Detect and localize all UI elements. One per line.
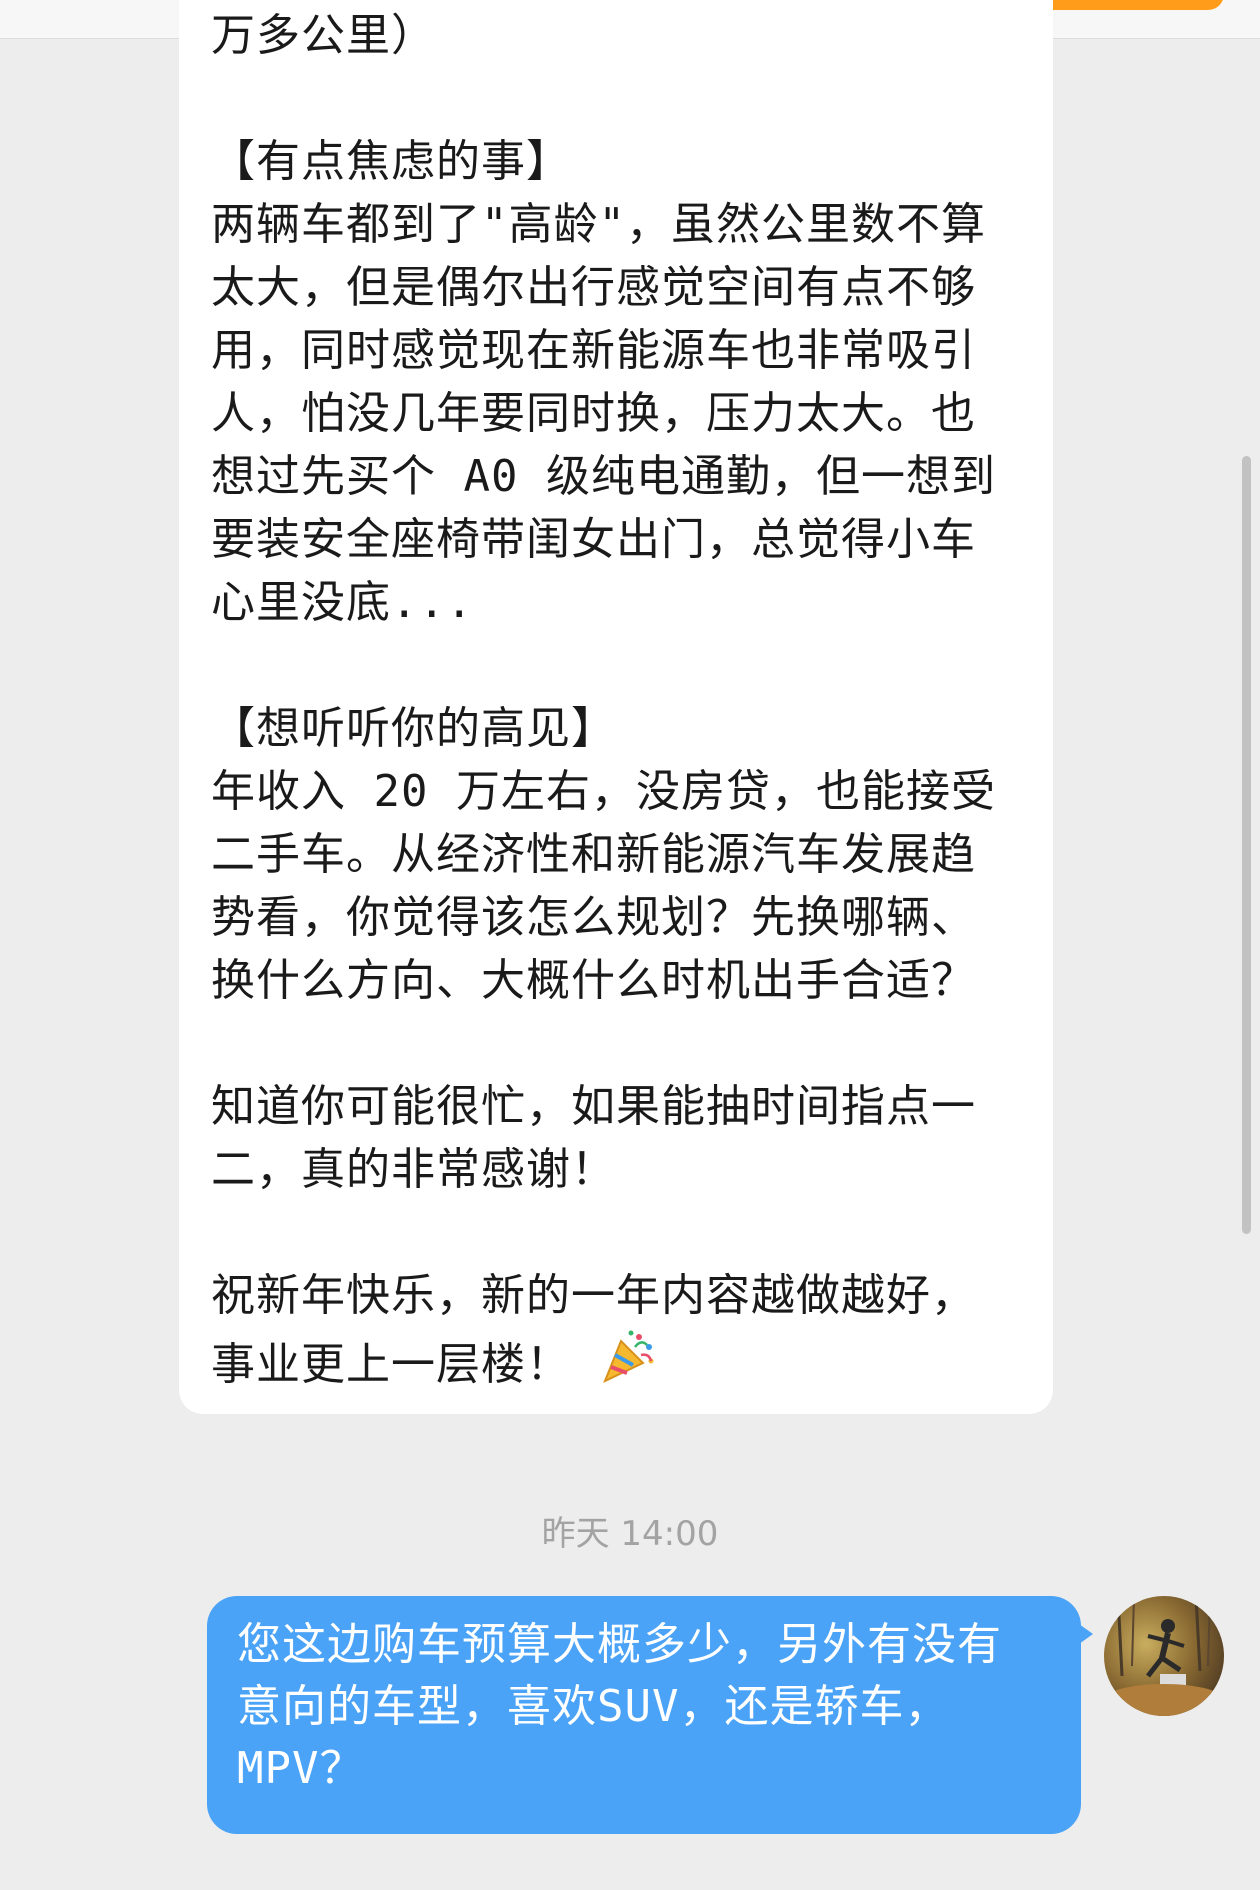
top-action-button[interactable] bbox=[1024, 0, 1224, 10]
outgoing-message-text: 您这边购车预算大概多少，另外有没有 意向的车型，喜欢SUV，还是轿车， MPV？ bbox=[237, 1619, 1002, 1794]
outgoing-message-bubble[interactable]: 您这边购车预算大概多少，另外有没有 意向的车型，喜欢SUV，还是轿车， MPV？ bbox=[207, 1596, 1093, 1834]
avatar-photo-icon bbox=[1104, 1596, 1224, 1716]
party-popper-icon bbox=[599, 1327, 657, 1402]
incoming-message-bubble[interactable]: 万多公里） 【有点焦虑的事】 两辆车都到了"高龄"，虽然公里数不算 太大，但是偶… bbox=[179, 0, 1053, 1414]
scrollbar[interactable] bbox=[1242, 456, 1251, 1234]
bubble-tail bbox=[1079, 1624, 1093, 1644]
incoming-message-text: 万多公里） 【有点焦虑的事】 两辆车都到了"高龄"，虽然公里数不算 太大，但是偶… bbox=[211, 4, 1023, 1402]
message-timestamp: 昨天 14:00 bbox=[541, 1514, 719, 1554]
user-avatar[interactable] bbox=[1104, 1596, 1224, 1716]
